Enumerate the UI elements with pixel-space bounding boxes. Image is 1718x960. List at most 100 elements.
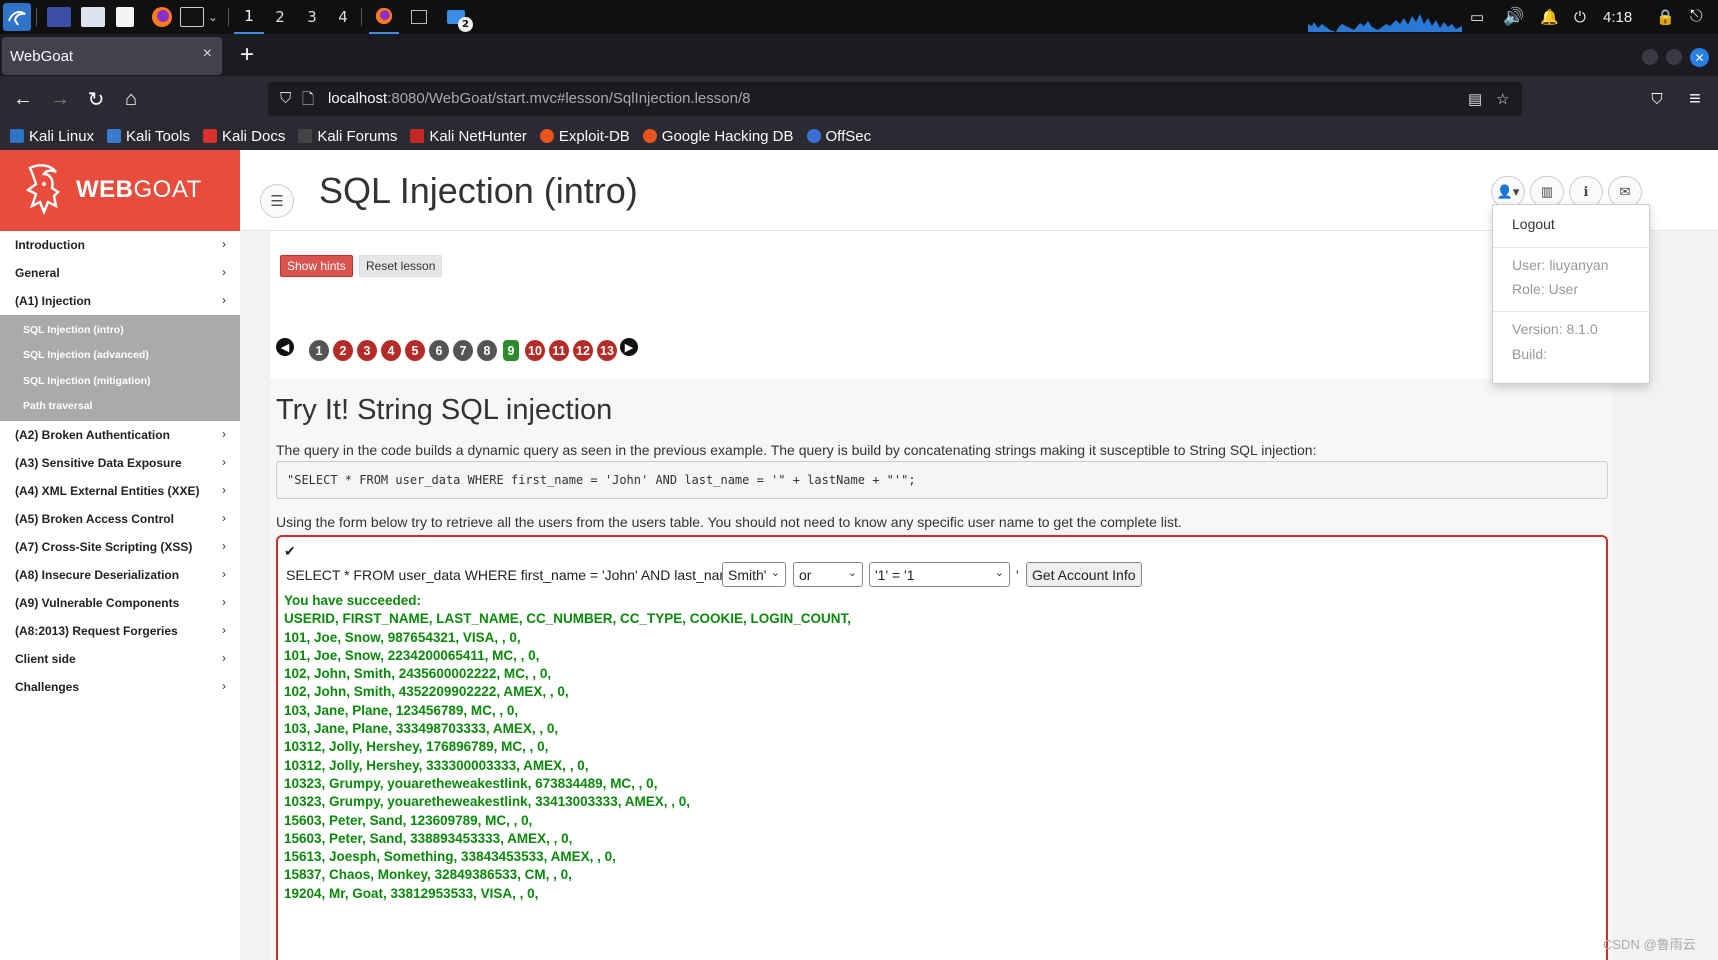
- pocket-icon[interactable]: ⛉: [1644, 86, 1670, 112]
- menu-a9[interactable]: (A9) Vulnerable Components ›: [0, 589, 240, 617]
- page-link-6[interactable]: 6: [429, 340, 449, 361]
- url-text[interactable]: localhost:8080/WebGoat/start.mvc#lesson/…: [328, 90, 750, 107]
- app-menu-icon[interactable]: ≡: [1682, 86, 1708, 112]
- next-page-icon[interactable]: ▶: [620, 338, 638, 356]
- submenu-path-traversal[interactable]: Path traversal: [0, 394, 240, 420]
- forward-arrow-icon[interactable]: →: [47, 86, 73, 112]
- bookmark-kali-linux[interactable]: Kali Linux: [10, 128, 94, 145]
- user-role-text: Role: User: [1512, 281, 1579, 297]
- menu-a7[interactable]: (A7) Cross-Site Scripting (XSS) ›: [0, 533, 240, 561]
- notification-bell-icon[interactable]: 🔔: [1540, 0, 1559, 34]
- menu-introduction[interactable]: Introduction ›: [0, 231, 240, 259]
- operator-select[interactable]: or ⌄: [793, 562, 863, 587]
- kali-menu-icon[interactable]: [3, 3, 31, 31]
- reader-view-icon[interactable]: ▤: [1468, 90, 1482, 108]
- page-info-icon[interactable]: 🗋: [302, 89, 314, 114]
- home-icon[interactable]: ⌂: [118, 86, 144, 112]
- last-name-select[interactable]: Smith' ⌄: [722, 562, 786, 587]
- bookmark-exploit-db[interactable]: Exploit-DB: [539, 128, 630, 145]
- result-line: 102, John, Smith, 4352209902222, AMEX, ,…: [284, 684, 569, 700]
- workspace-3[interactable]: 3: [297, 0, 327, 34]
- workspace-2[interactable]: 2: [265, 0, 295, 34]
- page-link-10[interactable]: 10: [525, 340, 545, 361]
- chevron-right-icon: ›: [222, 483, 226, 497]
- taskbar-folder-window[interactable]: 2: [441, 0, 473, 34]
- back-arrow-icon[interactable]: ←: [10, 86, 36, 112]
- terminal-icon[interactable]: [180, 7, 204, 27]
- page-link-1[interactable]: 1: [309, 340, 329, 361]
- taskbar-terminal-window[interactable]: [404, 0, 434, 34]
- power-icon[interactable]: ⏻: [1574, 0, 1586, 34]
- page-link-13[interactable]: 13: [597, 340, 617, 361]
- chevron-down-icon[interactable]: ⌄: [206, 4, 220, 30]
- result-line: USERID, FIRST_NAME, LAST_NAME, CC_NUMBER…: [284, 611, 852, 627]
- firefox-icon[interactable]: [150, 4, 174, 30]
- workspace-1[interactable]: 1: [234, 0, 264, 34]
- submenu-sql-injection-mitigation[interactable]: SQL Injection (mitigation): [0, 368, 240, 394]
- page-link-9[interactable]: 9: [503, 340, 519, 361]
- menu-client-side[interactable]: Client side ›: [0, 645, 240, 673]
- webgoat-logo[interactable]: WEBGOAT: [0, 150, 240, 231]
- page-link-12[interactable]: 12: [573, 340, 593, 361]
- menu-toggle-icon[interactable]: ☰: [260, 184, 294, 218]
- file-manager-icon[interactable]: [81, 7, 105, 27]
- page-link-3[interactable]: 3: [357, 340, 377, 361]
- minimize-window-button[interactable]: [1642, 49, 1658, 65]
- menu-a4[interactable]: (A4) XML External Entities (XXE) ›: [0, 477, 240, 505]
- intro-paragraph: The query in the code builds a dynamic q…: [276, 442, 1317, 458]
- bookmark-star-icon[interactable]: ☆: [1496, 90, 1509, 108]
- shield-icon[interactable]: ⛉: [280, 90, 296, 108]
- tab-close-icon[interactable]: ×: [203, 45, 212, 63]
- reload-icon[interactable]: ↻: [83, 86, 109, 112]
- display-icon[interactable]: ▭: [1470, 0, 1484, 34]
- get-account-info-button[interactable]: Get Account Info: [1026, 562, 1142, 587]
- condition-select[interactable]: '1' = '1 ⌄: [869, 562, 1010, 587]
- page-link-11[interactable]: 11: [549, 340, 569, 361]
- chevron-right-icon: ›: [222, 237, 226, 251]
- show-desktop-icon[interactable]: [47, 7, 71, 27]
- lock-icon[interactable]: 🔒: [1656, 0, 1675, 34]
- sidebar: WEBGOAT Introduction › General › (A1) Inje…: [0, 150, 240, 960]
- result-line: 15837, Chaos, Monkey, 32849386533, CM, ,…: [284, 867, 572, 883]
- taskbar-firefox-window[interactable]: [369, 0, 399, 34]
- page-link-5[interactable]: 5: [405, 340, 425, 361]
- page-link-2[interactable]: 2: [333, 340, 353, 361]
- chevron-right-icon: ›: [222, 679, 226, 693]
- menu-a3[interactable]: (A3) Sensitive Data Exposure ›: [0, 449, 240, 477]
- volume-icon[interactable]: 🔊: [1503, 0, 1524, 34]
- menu-a1-injection[interactable]: (A1) Injection ›: [0, 287, 240, 315]
- bookmark-kali-forums[interactable]: Kali Forums: [298, 128, 397, 145]
- menu-general[interactable]: General ›: [0, 259, 240, 287]
- bookmark-offsec[interactable]: OffSec: [806, 128, 871, 145]
- workspace-4[interactable]: 4: [328, 0, 358, 34]
- clock[interactable]: 4:18: [1603, 0, 1632, 34]
- bookmark-google-hacking-db[interactable]: Google Hacking DB: [642, 128, 794, 145]
- bookmark-kali-tools[interactable]: Kali Tools: [107, 128, 190, 145]
- prev-page-icon[interactable]: ◀: [276, 338, 294, 356]
- submenu-sql-injection-advanced[interactable]: SQL Injection (advanced): [0, 343, 240, 369]
- page-link-4[interactable]: 4: [381, 340, 401, 361]
- chevron-right-icon: ›: [222, 567, 226, 581]
- text-editor-icon[interactable]: [116, 7, 134, 27]
- result-line: 10323, Grumpy, youaretheweakestlink, 334…: [284, 794, 690, 810]
- tab-webgoat[interactable]: WebGoat ×: [2, 37, 222, 75]
- bookmark-kali-nethunter[interactable]: Kali NetHunter: [410, 128, 527, 145]
- menu-a8-2013[interactable]: (A8:2013) Request Forgeries ›: [0, 617, 240, 645]
- maximize-window-button[interactable]: [1666, 49, 1682, 65]
- logout-link[interactable]: Logout: [1512, 216, 1555, 232]
- lesson-section: Try It! String SQL injection The query i…: [270, 379, 1612, 960]
- url-bar[interactable]: ⛉ 🗋 localhost:8080/WebGoat/start.mvc#les…: [268, 82, 1522, 116]
- submenu-sql-injection-intro[interactable]: SQL Injection (intro): [0, 317, 240, 343]
- page-link-8[interactable]: 8: [477, 340, 497, 361]
- logout-icon[interactable]: ⎋: [1690, 0, 1703, 34]
- page-link-7[interactable]: 7: [453, 340, 473, 361]
- menu-challenges[interactable]: Challenges ›: [0, 673, 240, 701]
- menu-a8[interactable]: (A8) Insecure Deserialization ›: [0, 561, 240, 589]
- show-hints-button[interactable]: Show hints: [280, 255, 353, 277]
- reset-lesson-button[interactable]: Reset lesson: [359, 255, 443, 277]
- bookmark-kali-docs[interactable]: Kali Docs: [202, 128, 285, 145]
- menu-a5[interactable]: (A5) Broken Access Control ›: [0, 505, 240, 533]
- close-window-button[interactable]: ✕: [1690, 48, 1709, 67]
- new-tab-button[interactable]: +: [232, 40, 262, 70]
- menu-a2[interactable]: (A2) Broken Authentication ›: [0, 421, 240, 449]
